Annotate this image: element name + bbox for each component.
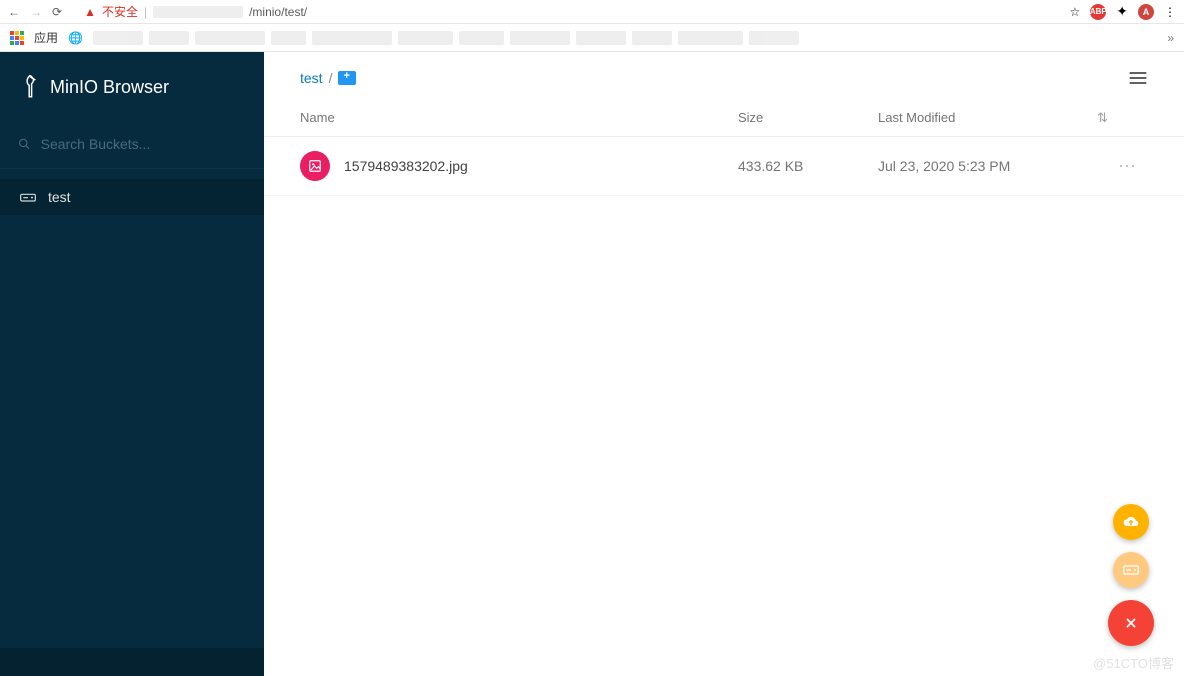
bucket-item-test[interactable]: test <box>0 179 264 215</box>
column-size[interactable]: Size <box>738 110 878 126</box>
insecure-label: 不安全 <box>102 3 138 20</box>
fab-close-button[interactable] <box>1108 600 1154 646</box>
url-bar[interactable]: ▲ 不安全 | /minio/test/ <box>74 3 1057 20</box>
url-path: /minio/test/ <box>249 5 307 19</box>
bucket-name: test <box>48 189 71 205</box>
column-modified[interactable]: Last Modified <box>878 110 1068 126</box>
add-folder-icon[interactable] <box>338 71 356 85</box>
extensions-icon[interactable]: ✦ <box>1116 3 1128 20</box>
browser-toolbar: ← → ⟳ ▲ 不安全 | /minio/test/ ☆ ABP ✦ A ⋮ <box>0 0 1184 24</box>
bucket-list: test <box>0 169 264 215</box>
bucket-search[interactable] <box>0 124 264 169</box>
main-panel: test / Name Size Last Modified ⇅ 1579489… <box>264 52 1184 676</box>
breadcrumb: test / <box>300 70 356 86</box>
file-name: 1579489383202.jpg <box>344 158 738 174</box>
app-title: MinIO Browser <box>50 77 169 98</box>
apps-label[interactable]: 应用 <box>34 29 58 46</box>
back-icon[interactable]: ← <box>8 5 20 19</box>
fab-create-bucket-button[interactable] <box>1113 552 1149 588</box>
insecure-warning-icon: ▲ <box>84 5 96 19</box>
bucket-hdd-icon <box>20 190 36 204</box>
hdd-icon <box>1123 564 1139 576</box>
profile-avatar-icon[interactable]: A <box>1138 4 1154 20</box>
file-actions-icon[interactable]: ⋯ <box>1108 156 1148 177</box>
bookmark-overflow-icon[interactable]: » <box>1167 31 1174 45</box>
file-size: 433.62 KB <box>738 158 878 174</box>
breadcrumb-row: test / <box>264 52 1184 100</box>
column-name[interactable]: Name <box>300 110 738 126</box>
fab-upload-button[interactable] <box>1113 504 1149 540</box>
table-header: Name Size Last Modified ⇅ <box>264 100 1184 137</box>
forward-icon[interactable]: → <box>30 5 42 19</box>
search-icon <box>18 137 31 151</box>
minio-logo-icon <box>20 74 40 100</box>
breadcrumb-bucket[interactable]: test <box>300 70 323 86</box>
bookmarks-redacted <box>93 31 1157 45</box>
reload-icon[interactable]: ⟳ <box>52 5 62 19</box>
menu-icon[interactable] <box>1128 70 1148 86</box>
breadcrumb-separator: / <box>329 70 333 86</box>
file-image-icon <box>300 151 330 181</box>
watermark: @51CTO博客 <box>1093 653 1174 672</box>
star-icon[interactable]: ☆ <box>1070 5 1081 19</box>
fab-stack <box>1108 504 1154 646</box>
search-input[interactable] <box>41 136 246 152</box>
cloud-upload-icon <box>1123 514 1139 530</box>
minio-app: MinIO Browser test test / Name Size La <box>0 52 1184 676</box>
abp-extension-icon[interactable]: ABP <box>1090 4 1106 20</box>
sidebar-footer-redacted <box>0 648 264 676</box>
sidebar: MinIO Browser test <box>0 52 264 676</box>
globe-icon[interactable]: 🌐 <box>68 31 83 45</box>
url-redacted <box>153 6 243 18</box>
chrome-menu-icon[interactable]: ⋮ <box>1164 5 1176 19</box>
sort-icon[interactable]: ⇅ <box>1068 110 1108 126</box>
sidebar-header: MinIO Browser <box>0 52 264 124</box>
chrome-apps-icon[interactable] <box>10 31 24 45</box>
bookmark-bar: 应用 🌐 » <box>0 24 1184 52</box>
file-row[interactable]: 1579489383202.jpg 433.62 KB Jul 23, 2020… <box>264 137 1184 196</box>
file-modified: Jul 23, 2020 5:23 PM <box>878 158 1068 174</box>
close-icon <box>1124 616 1138 630</box>
